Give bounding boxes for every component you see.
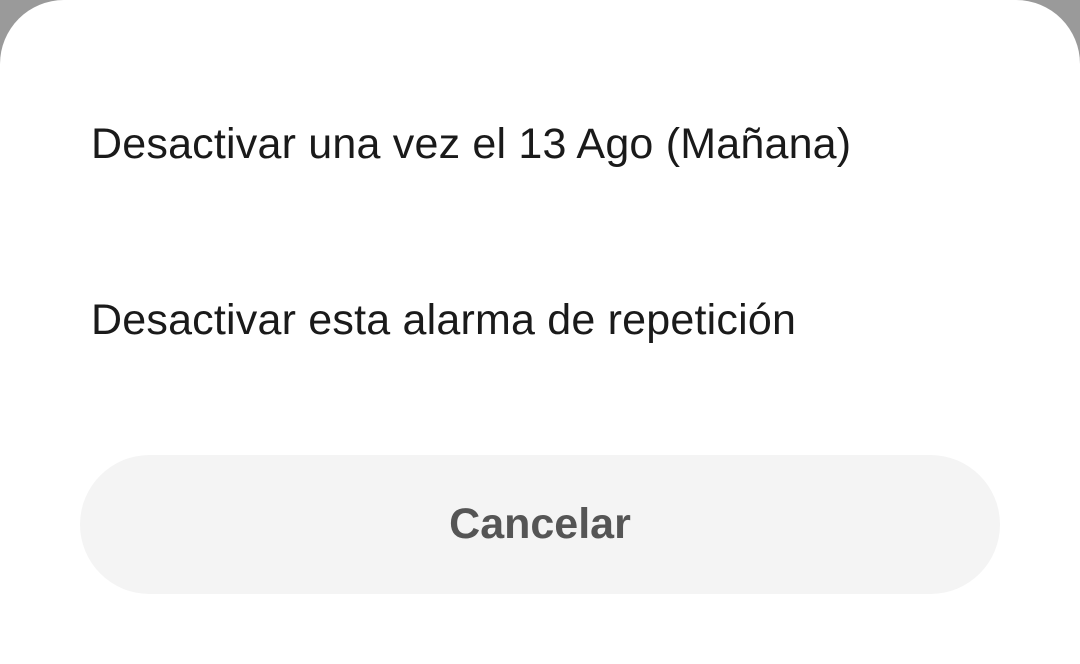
disable-once-option[interactable]: Desactivar una vez el 13 Ago (Mañana)	[0, 86, 1080, 202]
cancel-button[interactable]: Cancelar	[80, 455, 1000, 594]
bottom-sheet-dialog: Desactivar una vez el 13 Ago (Mañana) De…	[0, 0, 1080, 664]
disable-repeating-alarm-option[interactable]: Desactivar esta alarma de repetición	[0, 262, 1080, 378]
